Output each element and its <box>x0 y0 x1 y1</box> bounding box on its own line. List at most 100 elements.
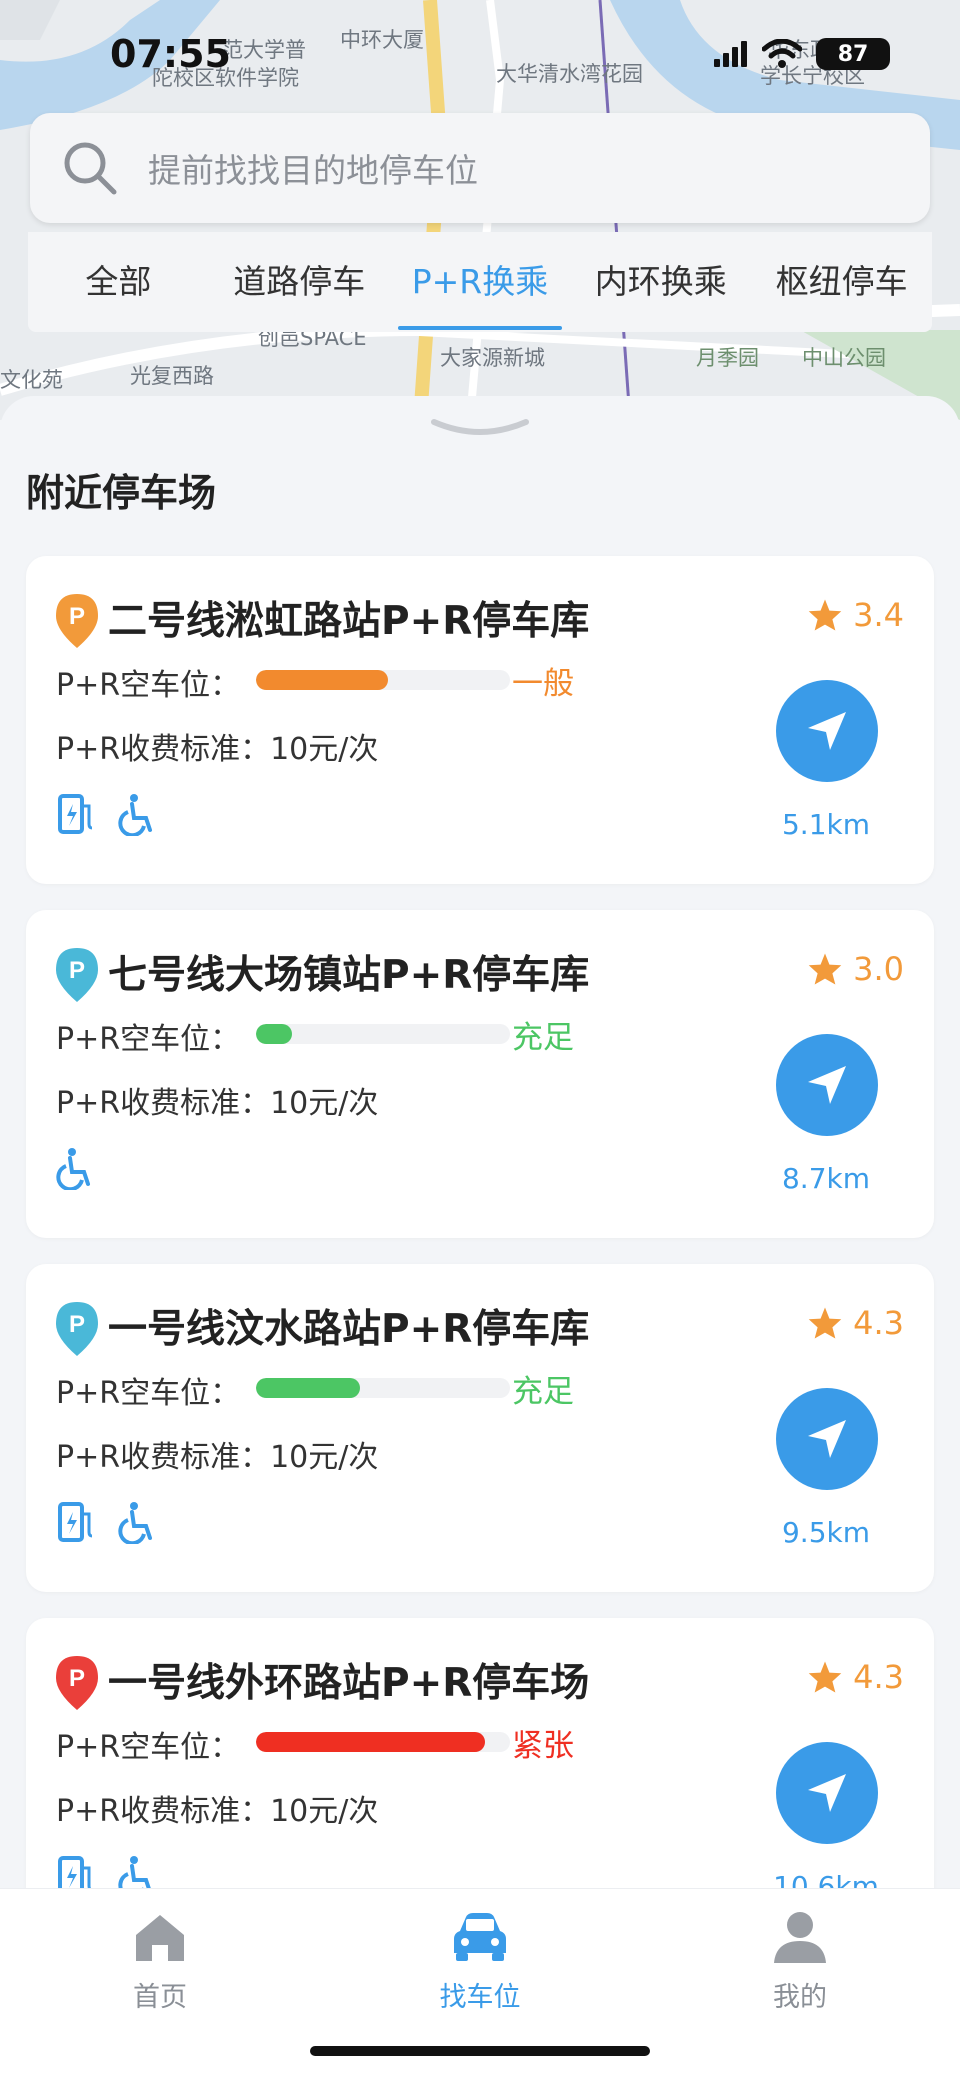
nav-item-profile[interactable]: 我的 <box>700 1909 900 2014</box>
rating: 3.4 <box>807 596 904 634</box>
wheelchair-icon <box>118 1500 158 1546</box>
parking-pin-icon: P <box>56 1302 98 1356</box>
star-icon <box>808 1661 842 1693</box>
rating: 3.0 <box>807 950 904 988</box>
availability-status: 一般 <box>512 666 574 702</box>
availability-bar <box>256 1732 510 1752</box>
availability-bar <box>256 1024 510 1044</box>
star-icon <box>808 1307 842 1339</box>
tab-park-and-ride[interactable]: P+R换乘 <box>390 232 571 332</box>
rating-value: 3.0 <box>853 950 904 988</box>
parking-pin-icon: P <box>56 948 98 1002</box>
nav-label: 我的 <box>773 1982 827 2013</box>
fee-value: 10元/次 <box>270 1086 379 1121</box>
search-icon <box>60 138 120 198</box>
svg-text:P: P <box>69 1311 85 1338</box>
nav-item-home[interactable]: 首页 <box>60 1909 260 2014</box>
map-label: 月季园 <box>696 346 759 370</box>
tab-road-parking[interactable]: 道路停车 <box>209 232 390 332</box>
tab-all[interactable]: 全部 <box>28 232 209 332</box>
tab-inner-ring-transfer[interactable]: 内环换乘 <box>570 232 751 332</box>
fee-label: P+R收费标准： <box>56 1086 271 1121</box>
fee-row: P+R收费标准：10元/次 <box>56 1078 378 1122</box>
fee-row: P+R收费标准：10元/次 <box>56 1786 378 1830</box>
search-placeholder: 提前找找目的地停车位 <box>148 151 478 190</box>
charging-icon <box>56 1500 96 1544</box>
map-label: 中山公园 <box>802 346 886 370</box>
parking-card[interactable]: P 一号线汶水路站P+R停车库 4.3 P+R空车位： 充足 P+R收费标准：10元/次 9… <box>26 1264 934 1592</box>
availability-status: 充足 <box>512 1020 574 1056</box>
nav-label: 找车位 <box>439 1982 521 2013</box>
wifi-icon <box>762 39 802 68</box>
parking-name: 一号线汶水路站P+R停车库 <box>108 1307 590 1352</box>
chevron-down-icon[interactable] <box>430 418 530 442</box>
car-icon <box>454 1913 506 1961</box>
space-label: P+R空车位： <box>56 1022 241 1057</box>
availability-bar <box>256 1378 510 1398</box>
svg-text:P: P <box>69 957 85 984</box>
distance: 9.5km <box>781 1516 871 1549</box>
parking-card[interactable]: P 一号线外环路站P+R停车场 4.3 P+R空车位： 紧张 P+R收费标准：10元/次 1… <box>26 1618 934 1906</box>
status-bar: 07:55 87 <box>0 0 960 110</box>
star-icon <box>808 953 842 985</box>
parking-pin-icon: P <box>56 594 98 648</box>
navigate-button[interactable] <box>776 1742 878 1844</box>
availability-bar-fill <box>256 670 389 690</box>
signal-icon <box>714 41 747 67</box>
availability-status: 紧张 <box>512 1728 574 1764</box>
charging-icon <box>56 792 96 836</box>
availability-status: 充足 <box>512 1374 574 1410</box>
navigation-arrow-icon <box>808 1066 846 1104</box>
space-label: P+R空车位： <box>56 1376 241 1411</box>
fee-row: P+R收费标准：10元/次 <box>56 724 378 768</box>
battery-indicator: 87 <box>816 38 890 70</box>
navigation-arrow-icon <box>808 1420 846 1458</box>
parking-name: 七号线大场镇站P+R停车库 <box>108 953 590 998</box>
search-input[interactable]: 提前找找目的地停车位 <box>30 113 930 223</box>
nav-label: 首页 <box>133 1982 187 2013</box>
home-icon <box>136 1915 184 1961</box>
star-icon <box>808 599 842 631</box>
status-icons: 87 <box>714 38 890 70</box>
navigate-button[interactable] <box>776 680 878 782</box>
space-label: P+R空车位： <box>56 1730 241 1765</box>
nav-item-find-parking[interactable]: 找车位 <box>380 1909 580 2014</box>
map-label: 大家源新城 <box>440 346 545 370</box>
navigate-button[interactable] <box>776 1034 878 1136</box>
rating-value: 3.4 <box>853 596 904 634</box>
parking-card[interactable]: P 二号线淞虹路站P+R停车库 3.4 P+R空车位： 一般 P+R收费标准：10元/次 5… <box>26 556 934 884</box>
navigate-button[interactable] <box>776 1388 878 1490</box>
status-time: 07:55 <box>110 32 231 76</box>
svg-text:P: P <box>69 1665 85 1692</box>
availability-bar-fill <box>256 1378 361 1398</box>
fee-value: 10元/次 <box>270 732 379 767</box>
availability-bar-fill <box>256 1732 485 1752</box>
navigation-arrow-icon <box>808 1774 846 1812</box>
rating-value: 4.3 <box>853 1658 904 1696</box>
distance: 8.7km <box>781 1162 871 1195</box>
fee-value: 10元/次 <box>270 1440 379 1475</box>
parking-pin-icon: P <box>56 1656 98 1710</box>
nearby-parking-sheet: 附近停车场 P 二号线淞虹路站P+R停车库 3.4 P+R空车位： 一般 P+R收费标准：… <box>0 396 960 1906</box>
parking-name: 一号线外环路站P+R停车场 <box>108 1661 590 1706</box>
space-label: P+R空车位： <box>56 668 241 703</box>
fee-label: P+R收费标准： <box>56 732 271 767</box>
home-indicator <box>310 2046 650 2056</box>
navigation-arrow-icon <box>808 712 846 750</box>
parking-card[interactable]: P 七号线大场镇站P+R停车库 3.0 P+R空车位： 充足 P+R收费标准：10元/次 8… <box>26 910 934 1238</box>
tab-hub-parking[interactable]: 枢纽停车 <box>751 232 932 332</box>
section-title: 附近停车场 <box>26 471 217 515</box>
rating: 4.3 <box>807 1658 904 1696</box>
filter-tabs: 全部 道路停车 P+R换乘 内环换乘 枢纽停车 <box>28 232 932 332</box>
map-label: 光复西路 <box>130 364 214 388</box>
fee-value: 10元/次 <box>270 1794 379 1829</box>
rating-value: 4.3 <box>853 1304 904 1342</box>
parking-name: 二号线淞虹路站P+R停车库 <box>108 599 590 644</box>
fee-row: P+R收费标准：10元/次 <box>56 1432 378 1476</box>
fee-label: P+R收费标准： <box>56 1440 271 1475</box>
availability-bar-fill <box>256 1024 292 1044</box>
wheelchair-icon <box>118 792 158 838</box>
profile-icon <box>774 1912 826 1963</box>
availability-bar <box>256 670 510 690</box>
fee-label: P+R收费标准： <box>56 1794 271 1829</box>
